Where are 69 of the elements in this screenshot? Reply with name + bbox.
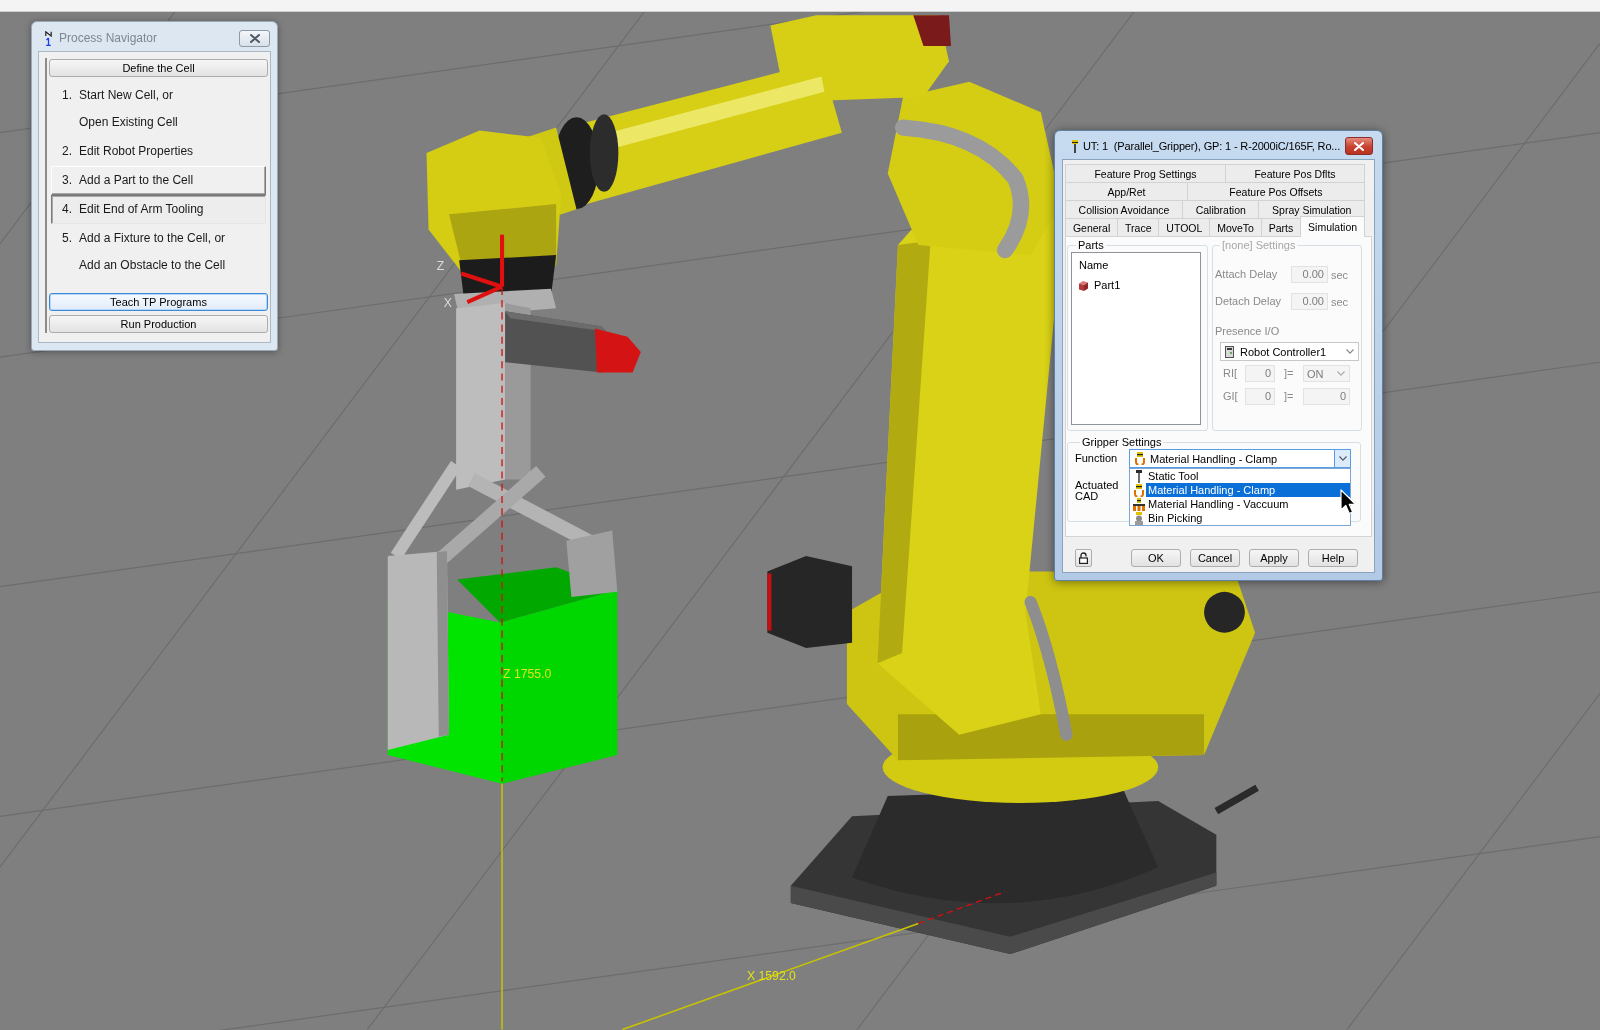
vacuum-gripper-icon	[1132, 497, 1145, 511]
tab[interactable]: Collision Avoidance	[1065, 200, 1184, 218]
cube-icon	[1079, 280, 1088, 291]
dropdown-option[interactable]: Material Handling - Clamp	[1146, 483, 1350, 497]
group-title: Gripper Settings	[1081, 436, 1163, 449]
tab[interactable]: Trace	[1117, 218, 1160, 236]
window-title: UT: 1 (Parallel_Gripper), GP: 1 - R-2000iC/165F, Ro...	[1083, 140, 1341, 152]
close-button[interactable]	[239, 30, 270, 47]
chevron-down-icon	[1346, 349, 1354, 354]
section-label: Presence I/O	[1215, 324, 1281, 338]
step-button[interactable]: 2. Edit Robot Properties	[51, 137, 266, 166]
tab[interactable]: Simulation	[1300, 216, 1365, 237]
axis-letter-label: Z	[436, 259, 445, 274]
tab[interactable]: Feature Prog Settings	[1065, 164, 1226, 182]
unit-label: sec	[1331, 295, 1349, 308]
function-dropdown[interactable]: Material Handling - Clamp	[1129, 449, 1351, 468]
robot-icon	[1132, 511, 1145, 525]
navigator-app-icon	[45, 30, 52, 46]
step-button[interactable]: 5. Add a Fixture to the Cell, or Add an Obstacle to the Cell	[51, 224, 266, 280]
lock-icon	[1079, 552, 1088, 564]
tab[interactable]: Feature Pos Offsets	[1186, 182, 1365, 200]
tab[interactable]: Feature Pos Dflts	[1225, 164, 1365, 182]
close-icon	[1354, 141, 1365, 151]
tab[interactable]: Spray Simulation	[1258, 200, 1365, 218]
list-header: Name	[1079, 259, 1110, 272]
field-label: GI[	[1223, 390, 1239, 403]
close-icon	[249, 34, 260, 43]
clamp-gripper-icon	[1134, 452, 1146, 465]
dialog-button[interactable]: Apply	[1249, 549, 1299, 567]
dialog-button[interactable]: Help	[1308, 549, 1358, 567]
dropdown-option[interactable]: Bin Picking	[1146, 511, 1350, 525]
field-label: Function	[1075, 452, 1119, 465]
tool-frame-axes	[460, 234, 505, 304]
section-button[interactable]: Teach TP Programs	[49, 293, 268, 311]
chevron-down-icon	[1338, 456, 1347, 461]
close-button[interactable]	[1345, 137, 1373, 155]
dropdown-option[interactable]: Static Tool	[1146, 469, 1350, 483]
field-label: Attach Delay	[1215, 268, 1279, 281]
parts-list[interactable]: Name Part1	[1071, 252, 1201, 425]
list-item[interactable]: Part1	[1094, 279, 1121, 292]
axis-letter-label: X	[443, 296, 453, 311]
tab[interactable]: App/Ret	[1065, 182, 1188, 200]
tab[interactable]: UTOOL	[1158, 218, 1211, 236]
field-label: Actuated CAD	[1075, 480, 1120, 502]
tab[interactable]: Calibration	[1182, 200, 1260, 218]
section-button[interactable]: Run Production	[49, 315, 268, 333]
dialog-button[interactable]: Cancel	[1190, 549, 1240, 567]
unit-label: sec	[1331, 268, 1349, 281]
dialog-button[interactable]: OK	[1131, 549, 1181, 567]
window-title: Process Navigator	[59, 31, 158, 45]
section-button[interactable]: Define the Cell	[49, 59, 268, 77]
lock-button[interactable]	[1075, 549, 1092, 567]
clamp-gripper-icon	[1132, 483, 1145, 497]
field-label: Detach Delay	[1215, 295, 1283, 308]
chevron-down-icon	[1337, 371, 1345, 376]
dimension-label: Z 1755.0	[503, 666, 552, 681]
step-button[interactable]: 3. Add a Part to the Cell	[51, 166, 266, 195]
tool-post-icon	[1072, 139, 1078, 153]
step-button[interactable]: 4. Edit End of Arm Tooling	[51, 195, 266, 224]
field-label: ]=	[1283, 390, 1295, 403]
tab[interactable]: MoveTo	[1209, 218, 1262, 236]
field-label: RI[	[1223, 367, 1239, 380]
tab[interactable]: General	[1065, 218, 1119, 236]
controller-cabinet-icon	[1225, 345, 1234, 358]
step-button[interactable]: 1. Start New Cell, or Open Existing Cell	[51, 81, 266, 137]
tab[interactable]: Parts	[1260, 218, 1302, 236]
group-title: Parts	[1077, 239, 1105, 252]
field-label: ]=	[1283, 367, 1295, 380]
group-title: [none] Settings	[1221, 239, 1297, 252]
